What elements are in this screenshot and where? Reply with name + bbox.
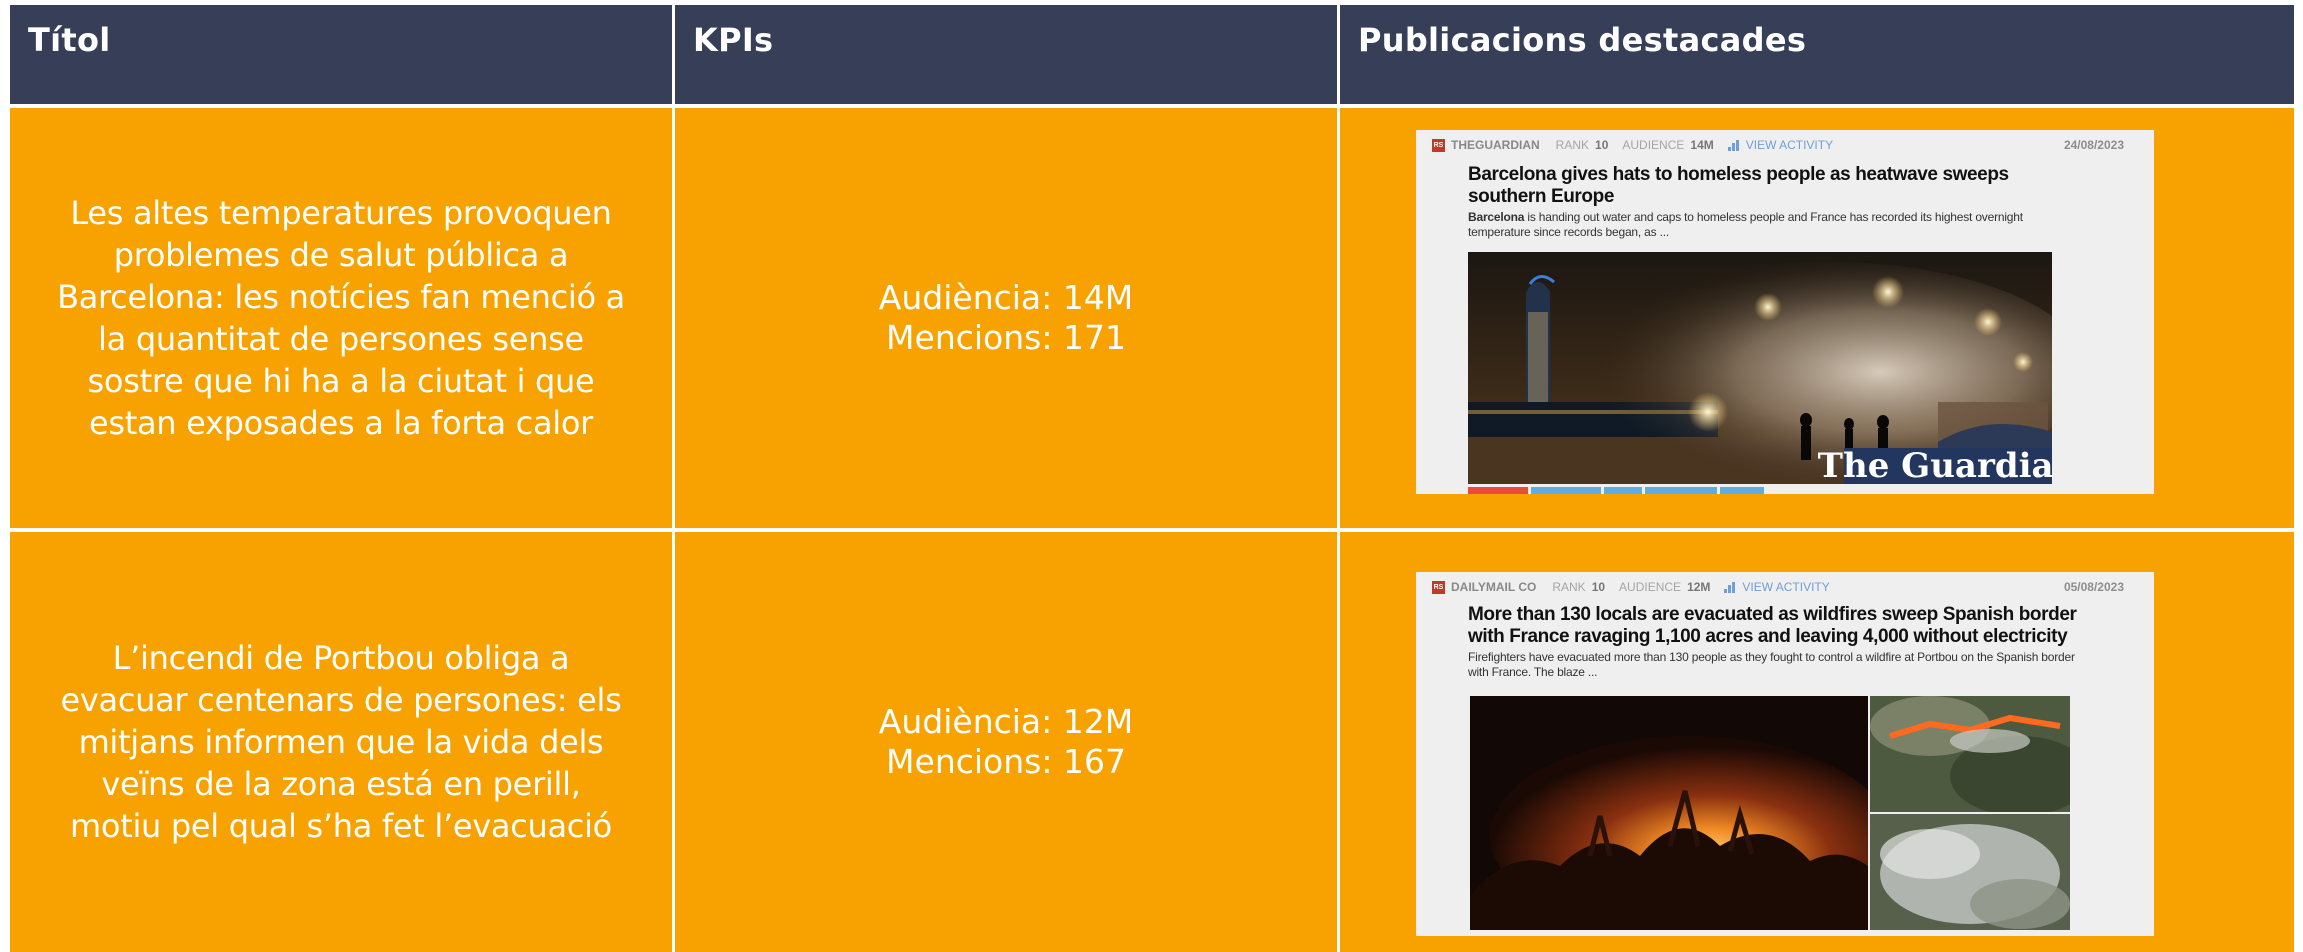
publication-date: 24/08/2023 bbox=[2063, 138, 2124, 152]
publication-card[interactable]: RS THEGUARDIAN RANK 10 AUDIENCE 14M VIEW… bbox=[1416, 130, 2154, 494]
publication-headline[interactable]: More than 130 locals are evacuated as wi… bbox=[1468, 604, 2108, 648]
audience-value: 12M bbox=[1687, 580, 1711, 594]
publication-card[interactable]: RS DAILYMAIL CO RANK 10 AUDIENCE 12M VIE… bbox=[1416, 572, 2154, 936]
publication-headline[interactable]: Barcelona gives hats to homeless people … bbox=[1468, 164, 2088, 208]
view-activity-label: VIEW ACTIVITY bbox=[1745, 138, 1834, 152]
source-logo-icon: RS bbox=[1432, 580, 1445, 594]
row-1-kpis: Audiència: 14M Mencions: 171 bbox=[879, 278, 1133, 358]
row-1-audience: Audiència: 14M bbox=[878, 278, 1134, 317]
header-title: Títol bbox=[10, 5, 672, 104]
publication-meta: RS THEGUARDIAN RANK 10 AUDIENCE 14M VIEW… bbox=[1432, 136, 2124, 154]
night-beach-photo: The Guardian bbox=[1468, 252, 2052, 484]
image-caption: The Guardian bbox=[1818, 446, 2052, 484]
rank-value: 10 bbox=[1591, 580, 1606, 594]
publication-date: 05/08/2023 bbox=[2063, 580, 2124, 594]
view-activity-link[interactable]: VIEW ACTIVITY bbox=[1727, 138, 1834, 152]
wildfire-night-photo bbox=[1470, 696, 1868, 930]
tag-strip bbox=[1468, 487, 1764, 494]
aerial-fire-photo bbox=[1870, 696, 2070, 812]
row-1-mentions: Mencions: 171 bbox=[886, 318, 1126, 357]
audience-label: AUDIENCE bbox=[1619, 580, 1682, 594]
audience-value: 14M bbox=[1690, 138, 1714, 152]
header-publications: Publicacions destacades bbox=[1340, 5, 2294, 104]
rank-value: 10 bbox=[1595, 138, 1609, 152]
header-kpis: KPIs bbox=[675, 5, 1337, 104]
bar-chart-icon bbox=[1727, 139, 1740, 151]
row-2-mentions: Mencions: 167 bbox=[886, 742, 1126, 781]
smoke-forest-photo bbox=[1870, 814, 2070, 930]
snippet-highlight: Barcelona bbox=[1468, 210, 1525, 224]
row-2-audience: Audiència: 12M bbox=[878, 702, 1134, 741]
row-1-pub-cell: RS THEGUARDIAN RANK 10 AUDIENCE 14M VIEW… bbox=[1340, 108, 2294, 528]
publication-image[interactable]: The Guardian bbox=[1468, 252, 2052, 484]
snippet-text: is handing out water and caps to homeles… bbox=[1468, 210, 2023, 239]
bar-chart-icon bbox=[1724, 581, 1736, 593]
row-1-title: Les altes temperatures provoquen problem… bbox=[57, 194, 625, 442]
rank-label: RANK bbox=[1552, 580, 1586, 594]
row-2-pub-cell: RS DAILYMAIL CO RANK 10 AUDIENCE 12M VIE… bbox=[1340, 532, 2294, 952]
highlights-table: Títol KPIs Publicacions destacades Les a… bbox=[10, 5, 2294, 952]
publication-image-aerial-1[interactable] bbox=[1870, 696, 2070, 812]
source-name[interactable]: DAILYMAIL CO bbox=[1451, 580, 1536, 594]
source-logo-icon: RS bbox=[1432, 138, 1445, 152]
source-name[interactable]: THEGUARDIAN bbox=[1451, 138, 1540, 152]
publication-meta: RS DAILYMAIL CO RANK 10 AUDIENCE 12M VIE… bbox=[1432, 578, 2124, 596]
publication-snippet: Firefighters have evacuated more than 13… bbox=[1468, 650, 2075, 679]
row-2-title: L’incendi de Portbou obliga a evacuar ce… bbox=[60, 639, 622, 845]
row-2-title-cell: L’incendi de Portbou obliga a evacuar ce… bbox=[10, 532, 672, 952]
row-2-kpi-cell: Audiència: 12M Mencions: 167 bbox=[675, 532, 1337, 952]
row-2-kpis: Audiència: 12M Mencions: 167 bbox=[879, 702, 1133, 782]
view-activity-label: VIEW ACTIVITY bbox=[1742, 580, 1830, 594]
rank-label: RANK bbox=[1555, 138, 1590, 152]
publication-image-main[interactable] bbox=[1470, 696, 1868, 930]
row-1-title-cell: Les altes temperatures provoquen problem… bbox=[10, 108, 672, 528]
view-activity-link[interactable]: VIEW ACTIVITY bbox=[1724, 580, 1830, 594]
row-1-kpi-cell: Audiència: 14M Mencions: 171 bbox=[675, 108, 1337, 528]
publication-image-aerial-2[interactable] bbox=[1870, 814, 2070, 930]
audience-label: AUDIENCE bbox=[1622, 138, 1685, 152]
publication-snippet: Barcelona is handing out water and caps … bbox=[1468, 210, 2088, 240]
